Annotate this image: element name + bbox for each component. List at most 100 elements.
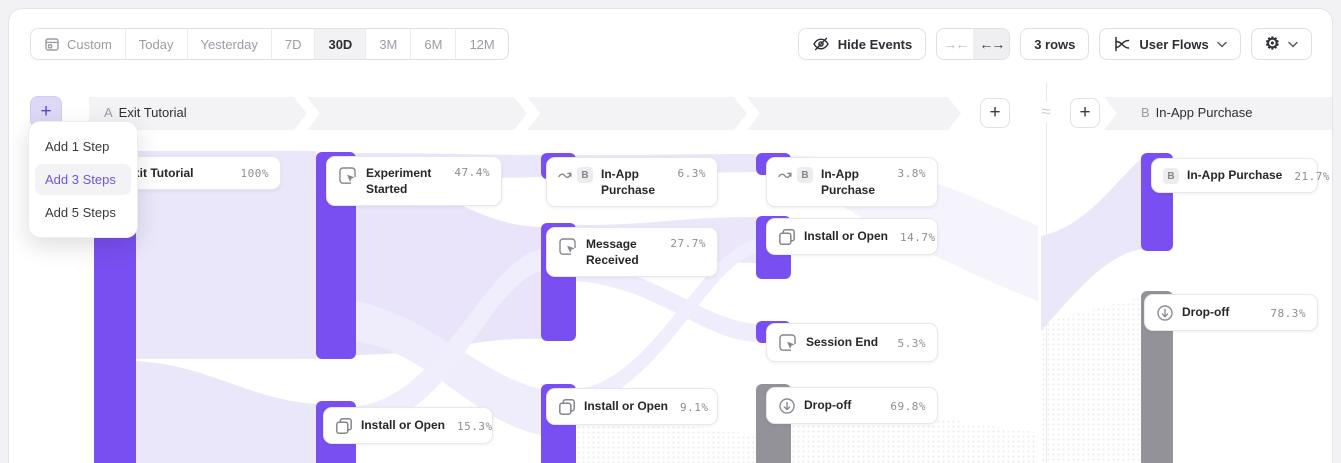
approx-separator: ≈ <box>1035 102 1057 122</box>
dropoff-flow-texture <box>1041 297 1141 463</box>
node-label: Experiment Started <box>366 165 442 197</box>
click-event-icon <box>338 166 358 186</box>
date-range-7d[interactable]: 7D <box>272 29 316 59</box>
node-icons: B <box>778 167 813 183</box>
step-a-label: AExit Tutorial <box>104 105 187 120</box>
flow-arrow-icon <box>778 170 792 180</box>
view-selector-label: User Flows <box>1139 37 1208 52</box>
node-label: Drop-off <box>1182 304 1258 320</box>
node-value: 9.1% <box>680 401 709 414</box>
node-value: 27.7% <box>670 237 706 250</box>
date-range-yesterday[interactable]: Yesterday <box>188 29 272 59</box>
node-label: Drop-off <box>804 397 878 413</box>
node-value: 47.4% <box>454 166 490 179</box>
node-value: 6.3% <box>678 167 707 180</box>
add-step-middle-button[interactable]: + <box>980 98 1010 128</box>
node-value: 100% <box>241 167 270 180</box>
flow-node-experiment-started[interactable]: Experiment Started 47.4% <box>326 156 502 206</box>
node-label: In-App Purchase <box>1187 167 1282 183</box>
settings-button[interactable]: ⚙ <box>1251 28 1312 60</box>
segment-b-badge: B <box>797 167 813 183</box>
step-band-a-2[interactable] <box>307 97 527 130</box>
menu-item-add-3-steps[interactable]: Add 3 Steps <box>35 164 131 195</box>
flow-node-message-received[interactable]: Message Received 27.7% <box>546 227 718 277</box>
segment-b-badge: B <box>577 167 593 183</box>
date-range-custom[interactable]: Custom <box>31 29 126 59</box>
step-band-a-3[interactable] <box>527 97 747 130</box>
flow-node-drop-off-78[interactable]: Drop-off 78.3% <box>1144 294 1318 331</box>
node-label: Message Received <box>586 236 658 268</box>
hide-events-label: Hide Events <box>838 37 912 52</box>
flow-arrow-icon <box>558 170 572 180</box>
flows-panel: Custom Today Yesterday 7D 30D 3M 6M 12M … <box>8 8 1333 463</box>
node-value: 78.3% <box>1270 307 1306 320</box>
app-window-icon <box>558 398 576 416</box>
node-value: 5.3% <box>898 337 927 350</box>
flow-node-session-end[interactable]: Session End 5.3% <box>766 323 938 362</box>
drop-off-icon <box>778 397 796 415</box>
expand-columns-button[interactable]: ←→ <box>973 29 1009 59</box>
chevron-down-icon <box>1288 41 1298 48</box>
eye-off-icon <box>812 35 830 53</box>
add-steps-menu: Add 1 Step Add 3 Steps Add 5 Steps <box>28 121 138 238</box>
hide-events-button[interactable]: Hide Events <box>798 28 926 60</box>
chevron-down-icon <box>1217 41 1227 48</box>
toolbar-right: Hide Events →← ←→ 3 rows User Flows <box>798 28 1312 60</box>
menu-item-add-5-steps[interactable]: Add 5 Steps <box>29 197 137 228</box>
step-a-key: A <box>104 105 113 120</box>
step-band-a-4[interactable] <box>747 97 961 130</box>
plus-icon: + <box>40 101 51 123</box>
flow-node-in-app-purchase-6[interactable]: B In-App Purchase 6.3% <box>546 157 718 207</box>
collapse-columns-button[interactable]: →← <box>937 29 973 59</box>
menu-item-add-1-step[interactable]: Add 1 Step <box>29 131 137 162</box>
node-label: In-App Purchase <box>821 166 886 198</box>
user-flows-chart-icon <box>1113 35 1131 53</box>
collapse-arrows-icon: →← <box>943 36 967 52</box>
flow-node-in-app-purchase-3[interactable]: B In-App Purchase 3.8% <box>766 157 938 207</box>
plus-icon: + <box>1079 102 1090 124</box>
node-label: In-App Purchase <box>601 166 666 198</box>
node-value: 21.7% <box>1294 170 1330 183</box>
add-step-b-button[interactable]: + <box>1070 98 1100 128</box>
flow-node-install-or-open-9[interactable]: Install or Open 9.1% <box>546 388 718 425</box>
date-range-12m[interactable]: 12M <box>456 29 507 59</box>
expand-arrows-icon: ←→ <box>979 36 1003 52</box>
rows-button[interactable]: 3 rows <box>1020 28 1089 60</box>
date-range-label: Custom <box>67 37 112 52</box>
step-b-label: BIn-App Purchase <box>1141 105 1253 120</box>
node-label: Session End <box>806 334 886 350</box>
toolbar: Custom Today Yesterday 7D 30D 3M 6M 12M … <box>9 9 1332 77</box>
node-icons: B <box>1163 168 1179 184</box>
drop-off-icon <box>1156 304 1174 322</box>
click-event-icon <box>778 333 798 353</box>
plus-icon: + <box>989 102 1000 124</box>
node-value: 69.8% <box>890 400 926 413</box>
segment-b-badge: B <box>1163 168 1179 184</box>
flow-node-install-or-open-14[interactable]: Install or Open 14.7% <box>766 218 938 255</box>
date-range-3m[interactable]: 3M <box>366 29 411 59</box>
node-icons: B <box>558 167 593 183</box>
flow-node-install-or-open-15[interactable]: Install or Open 15.3% <box>323 407 493 444</box>
app-window-icon <box>335 417 353 435</box>
view-selector-button[interactable]: User Flows <box>1099 28 1240 60</box>
node-label: Install or Open <box>361 417 445 433</box>
click-event-icon <box>558 237 578 257</box>
date-range-30d[interactable]: 30D <box>315 29 366 59</box>
node-value: 14.7% <box>900 231 936 244</box>
calendar-icon <box>44 36 60 52</box>
node-label: Install or Open <box>804 228 888 244</box>
node-value: 15.3% <box>457 420 493 433</box>
flow-node-exit-tutorial[interactable]: Exit Tutorial 100% <box>113 156 281 190</box>
date-range-6m[interactable]: 6M <box>411 29 456 59</box>
flow-node-drop-off-69[interactable]: Drop-off 69.8% <box>766 387 938 424</box>
section-divider <box>1046 83 1047 463</box>
app-window-icon <box>778 228 796 246</box>
flow-node-in-app-purchase-21[interactable]: B In-App Purchase 21.7% <box>1151 158 1318 193</box>
date-range-control: Custom Today Yesterday 7D 30D 3M 6M 12M <box>30 28 509 60</box>
node-value: 3.8% <box>898 167 927 180</box>
step-b-key: B <box>1141 105 1150 120</box>
date-range-today[interactable]: Today <box>126 29 188 59</box>
rows-label: 3 rows <box>1034 37 1075 52</box>
node-label: Exit Tutorial <box>125 165 229 181</box>
width-toggle: →← ←→ <box>936 28 1010 60</box>
